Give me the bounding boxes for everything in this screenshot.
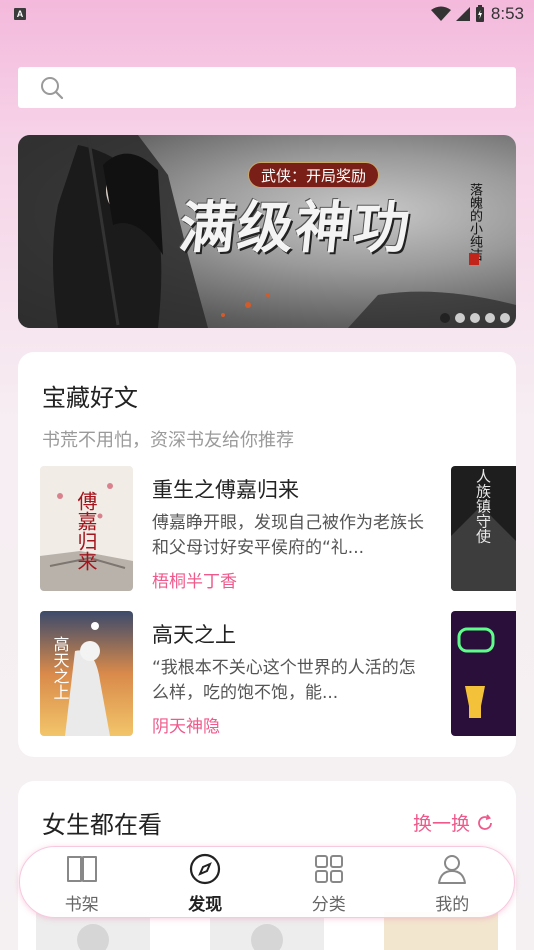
signal-icon (455, 7, 470, 21)
compass-icon (190, 853, 221, 885)
user-icon (438, 855, 467, 884)
seal-icon (469, 253, 479, 265)
section-title: 宝藏好文 (42, 384, 138, 412)
nav-item-bookshelf[interactable]: 书架 (20, 847, 144, 917)
promo-banner[interactable]: 武侠：开局奖励 满级神功 落魄的小纯洁 (18, 135, 516, 328)
book-author: 阴天神隐 (152, 717, 220, 737)
book-icon (66, 856, 97, 882)
side-cover-title: 人族镇守使 (474, 469, 492, 544)
book-cover-title: 傅嘉归来 (74, 491, 98, 571)
book-cover-peek[interactable] (451, 611, 516, 736)
book-cover-peek[interactable]: 人族镇守使 (451, 466, 516, 591)
carousel-dot[interactable] (470, 313, 480, 323)
book-cover-title: 高天之上 (51, 636, 70, 700)
status-icons: 8:53 (430, 4, 524, 24)
section-subtitle: 书荒不用怕，资深书友给你推荐 (42, 430, 294, 451)
swap-button[interactable]: 换一换 (413, 809, 494, 836)
refresh-icon (478, 813, 492, 830)
nav-label: 我的 (435, 895, 470, 915)
carousel-dot[interactable] (455, 313, 465, 323)
book-cover[interactable]: 傅嘉归来 (40, 466, 133, 591)
swap-label: 换一换 (412, 813, 470, 835)
book-title: 高天之上 (152, 623, 236, 647)
treasure-section: 宝藏好文 书荒不用怕，资深书友给你推荐 傅嘉归来 重生之傅嘉归来 傅嘉睁开眼，发… (18, 352, 516, 757)
nav-label: 分类 (311, 895, 346, 915)
nav-item-discover[interactable]: 发现 (144, 847, 268, 917)
grid-icon (314, 855, 343, 883)
book-author: 梧桐半丁香 (152, 572, 237, 592)
wifi-icon (430, 6, 451, 21)
nav-item-profile[interactable]: 我的 (391, 847, 515, 917)
book-item[interactable]: 傅嘉归来 重生之傅嘉归来 傅嘉睁开眼，发现自己被作为老族长和父母讨好安平侯府的“… (40, 466, 480, 592)
battery-icon (475, 5, 484, 22)
status-bar: A 8:53 (0, 0, 534, 30)
app-notification-icon: A (14, 8, 26, 20)
nav-label: 发现 (188, 895, 223, 915)
carousel-dot[interactable] (440, 313, 450, 323)
carousel-dots (440, 313, 510, 323)
banner-author: 落魄的小纯洁 (467, 183, 482, 261)
banner-title: 满级神功 (176, 195, 415, 261)
carousel-dot[interactable] (485, 313, 495, 323)
search-icon (41, 77, 64, 100)
book-description: 傅嘉睁开眼，发现自己被作为老族长和父母讨好安平侯府的“礼... (152, 513, 424, 558)
search-input[interactable] (18, 67, 516, 108)
carousel-dot[interactable] (500, 313, 510, 323)
section-title: 女生都在看 (42, 811, 162, 839)
nav-item-category[interactable]: 分类 (267, 847, 391, 917)
book-cover[interactable]: 高天之上 (40, 611, 133, 736)
nav-label: 书架 (64, 895, 99, 915)
book-item[interactable]: 高天之上 高天之上 “我根本不关心这个世界的人活的怎么样，吃的饱不饱，能... … (40, 611, 480, 737)
status-time: 8:53 (490, 4, 524, 23)
book-description: “我根本不关心这个世界的人活的怎么样，吃的饱不饱，能... (152, 658, 416, 703)
bottom-nav: 书架 发现 分类 我的 (19, 846, 515, 918)
book-title: 重生之傅嘉归来 (152, 478, 299, 502)
